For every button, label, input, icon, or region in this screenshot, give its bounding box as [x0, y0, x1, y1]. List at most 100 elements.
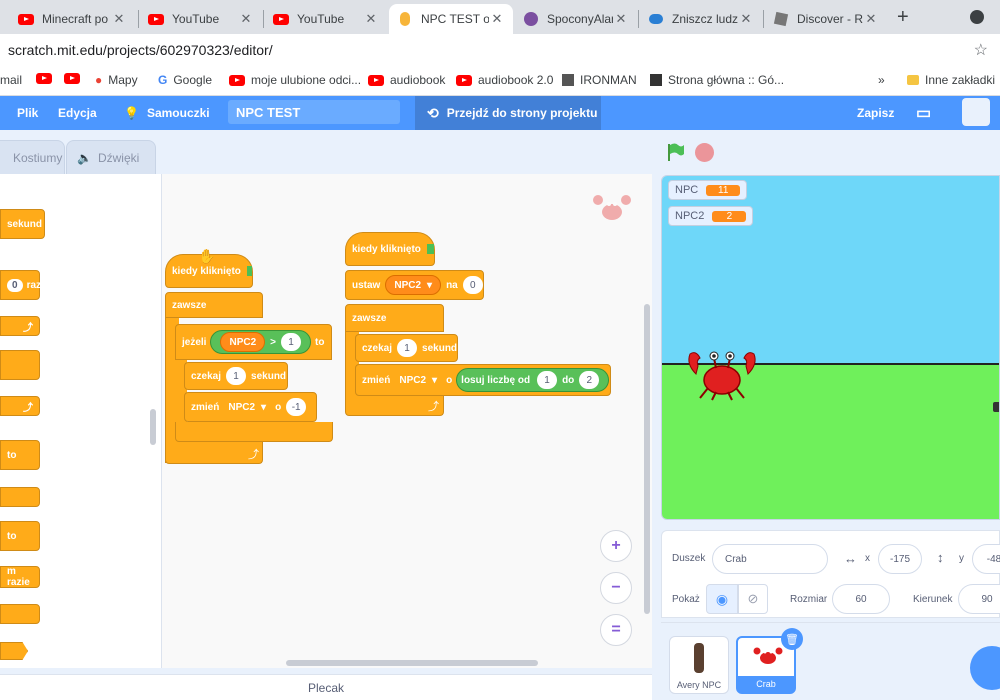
sprite-name-input[interactable]: Crab — [712, 544, 828, 574]
number-input[interactable]: -1 — [286, 398, 307, 416]
url-field[interactable]: scratch.mit.edu/projects/602970323/edito… — [8, 42, 273, 58]
browser-tab[interactable]: Discover - Ro ✕ — [765, 4, 887, 34]
save-button[interactable]: Zapisz — [857, 100, 894, 126]
variable-dropdown[interactable]: NPC2 ▾ — [385, 275, 442, 295]
tab-sounds[interactable]: 🔈 Dźwięki — [66, 140, 156, 174]
palette-block[interactable] — [0, 604, 40, 624]
palette-block[interactable]: m razie — [0, 566, 40, 588]
bookmark[interactable]: Strona główna :: Gó... — [650, 73, 784, 87]
close-icon[interactable]: ✕ — [238, 11, 254, 27]
palette-block[interactable]: to — [0, 521, 40, 551]
number-input[interactable]: 1 — [281, 333, 301, 351]
browser-tab[interactable]: YouTube ✕ — [265, 4, 387, 34]
bookmark-folder[interactable]: Inne zakładki — [907, 73, 995, 87]
zoom-reset-icon[interactable]: = — [600, 614, 632, 646]
change-variable-block[interactable]: zmień NPC2 ▾ o losuj liczbę od 1 do 2 — [355, 364, 611, 396]
variable-dropdown[interactable]: NPC2 ▾ — [395, 370, 441, 390]
browser-tab[interactable]: Zniszcz ludzi ✕ — [640, 4, 762, 34]
variable-dropdown[interactable]: NPC2 ▾ — [224, 397, 270, 417]
change-variable-block[interactable]: zmień NPC2 ▾ o -1 — [184, 392, 317, 422]
number-input[interactable]: 2 — [579, 371, 600, 389]
crab-sprite[interactable] — [682, 346, 762, 402]
npc-sprite-partial[interactable] — [993, 402, 999, 412]
avatar[interactable] — [962, 98, 990, 126]
browser-tab[interactable]: SpoconyAlan ✕ — [515, 4, 637, 34]
menu-file[interactable]: Plik — [17, 100, 38, 126]
browser-tab-active[interactable]: NPC TEST on ✕ — [389, 4, 513, 34]
palette-block[interactable] — [0, 487, 40, 507]
palette-block[interactable]: sekund — [0, 209, 45, 239]
palette-scrollbar[interactable] — [150, 409, 156, 445]
bookmark[interactable]: audiobook 2.0 — [456, 73, 553, 87]
close-icon[interactable]: ✕ — [111, 11, 127, 27]
number-input[interactable]: 1 — [397, 339, 418, 357]
palette-block[interactable]: ⤴ — [0, 396, 40, 416]
palette-block[interactable] — [0, 350, 40, 380]
palette-block[interactable]: 0 razy — [0, 270, 47, 300]
bookmark[interactable]: moje ulubione odci... — [229, 73, 361, 87]
tab-costumes[interactable]: Kostiumy — [0, 140, 65, 174]
close-icon[interactable]: ✕ — [613, 11, 629, 27]
bookmark-maps[interactable]: ● Mapy — [95, 73, 138, 87]
bookmark[interactable]: mail — [0, 73, 22, 87]
close-icon[interactable]: ✕ — [489, 11, 505, 27]
show-visible-eye-icon[interactable]: ◉ — [706, 584, 738, 614]
if-block[interactable]: jeżeli NPC2 > 1 to — [175, 324, 332, 360]
close-icon[interactable]: ✕ — [363, 11, 379, 27]
see-project-page-button[interactable]: ⟲ Przejdź do strony projektu — [415, 96, 601, 130]
menu-tutorials[interactable]: 💡 Samouczki — [124, 100, 210, 126]
close-icon[interactable]: ✕ — [738, 11, 754, 27]
variable-monitor[interactable]: NPC2 2 — [668, 206, 754, 226]
number-input[interactable]: 1 — [537, 371, 558, 389]
x-position-input[interactable]: -175 — [878, 544, 922, 574]
star-icon[interactable]: ☆ — [974, 40, 988, 60]
bookmark[interactable] — [36, 73, 58, 84]
size-input[interactable]: 60 — [832, 584, 890, 614]
vertical-scrollbar[interactable] — [644, 304, 650, 614]
green-flag-icon[interactable] — [666, 142, 686, 162]
refresh-icon: ⟲ — [427, 104, 439, 121]
bookmark-google[interactable]: G Google — [158, 73, 212, 87]
zoom-in-icon[interactable]: + — [600, 530, 632, 562]
project-title-input[interactable]: NPC TEST — [228, 100, 400, 124]
direction-input[interactable]: 90 — [958, 584, 1000, 614]
when-flag-clicked-block[interactable]: kiedy kliknięto — [345, 232, 435, 266]
close-icon[interactable]: ✕ — [863, 11, 879, 27]
pick-random-operator[interactable]: losuj liczbę od 1 do 2 — [456, 368, 610, 392]
forever-block[interactable]: zawsze — [345, 304, 444, 332]
number-input[interactable]: 1 — [226, 367, 247, 385]
folder-icon[interactable]: ▭ — [916, 100, 931, 126]
forever-block[interactable]: zawsze — [165, 292, 263, 318]
new-tab-plus-icon[interactable]: + — [897, 6, 909, 29]
sprite-thumbnail[interactable]: Avery NPC — [669, 636, 729, 694]
palette-block-hexagon[interactable] — [0, 642, 28, 660]
zoom-out-icon[interactable]: − — [600, 572, 632, 604]
hide-eye-slash-icon[interactable]: ⊘ — [738, 584, 768, 614]
palette-block[interactable]: ⤴ — [0, 316, 40, 336]
wait-block[interactable]: czekaj 1 sekund — [355, 334, 458, 362]
stop-icon[interactable] — [695, 143, 714, 162]
variable-monitor[interactable]: NPC 11 — [668, 180, 748, 200]
menu-edit[interactable]: Edycja — [58, 100, 97, 126]
sprite-info-panel: Duszek Crab ↔ x -175 ↕ y -48 Pokaż ◉ ⊘ R… — [661, 530, 1000, 618]
horizontal-scrollbar[interactable] — [286, 660, 538, 666]
y-position-input[interactable]: -48 — [972, 544, 1000, 574]
greater-than-operator[interactable]: NPC2 > 1 — [210, 330, 311, 354]
tab-search-icon[interactable] — [970, 10, 984, 24]
bookmark[interactable] — [64, 73, 86, 84]
variable-reporter[interactable]: NPC2 — [220, 332, 266, 352]
bookmark[interactable]: audiobook — [368, 73, 445, 87]
delete-sprite-trash-icon[interactable]: 🗑 — [781, 628, 803, 650]
bookmark[interactable]: IRONMAN — [562, 73, 637, 87]
code-area[interactable]: kiedy kliknięto zawsze jeżeli NPC2 > 1 t… — [162, 174, 652, 668]
number-input[interactable]: 0 — [462, 276, 483, 294]
backpack-bar[interactable]: Plecak — [0, 674, 652, 700]
browser-tab[interactable]: YouTube ✕ — [140, 4, 262, 34]
wait-block[interactable]: czekaj 1 sekund — [184, 362, 288, 390]
stage[interactable]: NPC 11 NPC2 2 — [661, 175, 1000, 520]
lightbulb-icon: 💡 — [124, 106, 139, 120]
more-bookmarks-icon[interactable]: » — [878, 73, 885, 87]
palette-block[interactable]: to — [0, 440, 40, 470]
browser-tab[interactable]: Minecraft po ✕ — [10, 4, 135, 34]
set-variable-block[interactable]: ustaw NPC2 ▾ na 0 — [345, 270, 484, 300]
